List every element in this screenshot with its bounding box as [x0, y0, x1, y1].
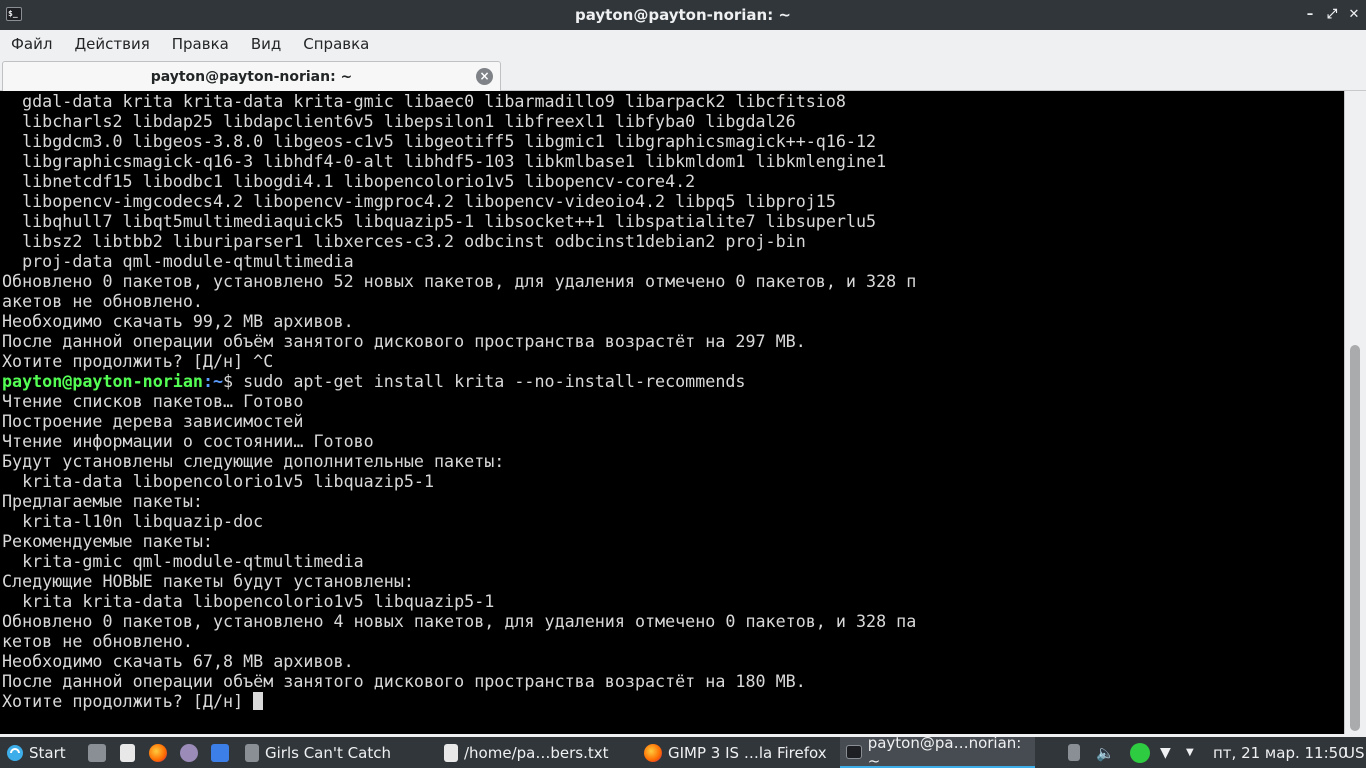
firefox-icon: [149, 743, 167, 762]
terminal-line: Предлагаемые пакеты:: [2, 491, 203, 511]
firefox-launcher[interactable]: [149, 737, 167, 768]
start-label: Start: [29, 743, 66, 762]
text-editor-launcher[interactable]: [120, 737, 135, 768]
menu-edit[interactable]: Правка: [172, 35, 229, 53]
terminal-line: Обновлено 0 пакетов, установлено 4 новых…: [2, 611, 917, 631]
file-manager-icon: [88, 743, 106, 762]
terminal-prompt-line: payton@payton-norian:~$ sudo apt-get ins…: [2, 371, 1344, 391]
clipboard-icon: [1068, 744, 1080, 761]
show-desktop-launcher[interactable]: [88, 737, 106, 768]
terminal-cursor: [253, 692, 264, 710]
close-button[interactable]: ✕: [1344, 5, 1364, 25]
prompt-symbol: $: [223, 371, 244, 391]
menu-actions[interactable]: Действия: [74, 35, 149, 53]
terminal-line: Чтение списков пакетов… Готово: [2, 391, 304, 411]
terminal-output[interactable]: gdal-data krita krita-data krita-gmic li…: [0, 91, 1344, 734]
terminal-line: libcharls2 libdap25 libdapclient6v5 libe…: [2, 111, 796, 131]
maximize-button[interactable]: ⤢: [1322, 5, 1342, 25]
window-titlebar[interactable]: $_ payton@payton-norian: ~ – ⤢ ✕: [0, 0, 1366, 30]
terminal-line: акетов не обновлено.: [2, 291, 203, 311]
tab-close-icon[interactable]: ×: [476, 68, 493, 85]
keyboard-layout-text: US: [1344, 743, 1365, 762]
terminal-line: Рекомендуемые пакеты:: [2, 531, 213, 551]
clock[interactable]: пт, 21 мар. 11:50: [1213, 737, 1348, 768]
tray-volume[interactable]: 🔈: [1096, 737, 1115, 768]
firefox-icon: [644, 743, 662, 762]
task-label: payton@pa…norian: ~: [867, 733, 1022, 768]
prompt-user-host: payton@payton-norian: [2, 371, 203, 391]
menu-file[interactable]: Файл: [11, 35, 52, 53]
task-firefox[interactable]: GIMP 3 IS …la Firefox: [642, 737, 837, 768]
task-audio-player[interactable]: Girls Can't Catch: [241, 737, 436, 768]
audio-player-icon: [245, 743, 259, 762]
update-manager-icon: [1130, 742, 1150, 763]
terminal-line: Хотите продолжить? [Д/н] ^C: [2, 351, 274, 371]
terminal-line: krita-data libopencolorio1v5 libquazip5-…: [2, 471, 435, 491]
terminal-app-icon[interactable]: $_: [6, 7, 22, 21]
terminal-line: Построение дерева зависимостей: [2, 411, 304, 431]
terminal-line: krita krita-data libopencolorio1v5 libqu…: [2, 591, 495, 611]
terminal-line: кетов не обновлено.: [2, 631, 193, 651]
clock-text: пт, 21 мар. 11:50: [1213, 743, 1348, 762]
terminal-line: gdal-data krita krita-data krita-gmic li…: [2, 91, 846, 111]
wifi-icon: ▼: [1160, 744, 1171, 761]
tab-terminal[interactable]: payton@payton-norian: ~ ×: [2, 61, 501, 91]
menu-help[interactable]: Справка: [303, 35, 369, 53]
task-text-editor[interactable]: /home/pa…bers.txt: [442, 737, 637, 768]
terminal-line: libqhull7 libqt5multimediaquick5 libquaz…: [2, 211, 877, 231]
terminal-input-line[interactable]: Хотите продолжить? [Д/н]: [2, 691, 1344, 711]
chevron-down-icon: ▼: [1186, 747, 1194, 758]
terminal-line: libgraphicsmagick-q16-3 libhdf4-0-alt li…: [2, 151, 887, 171]
terminal-line: libopencv-imgcodecs4.2 libopencv-imgproc…: [2, 191, 836, 211]
terminal-line: libnetcdf15 libodbc1 libogdi4.1 libopenc…: [2, 171, 696, 191]
menu-view[interactable]: Вид: [251, 35, 281, 53]
taskbar: Start Girls Can't Catch /home/pa…bers.tx…: [0, 733, 1366, 768]
terminal-line: Следующие НОВЫЕ пакеты будут установлены…: [2, 571, 414, 591]
terminal-icon: [846, 744, 862, 759]
terminal-line: Необходимо скачать 67,8 MB архивов.: [2, 651, 354, 671]
tab-bar: payton@payton-norian: ~ ×: [0, 58, 1366, 91]
prompt-path: :~: [202, 371, 224, 391]
start-menu-icon: [7, 744, 23, 761]
start-button[interactable]: Start: [6, 737, 66, 768]
terminal-line: После данной операции объём занятого дис…: [2, 331, 806, 351]
gimp-launcher[interactable]: [180, 737, 198, 768]
prompt-command: sudo apt-get install krita --no-install-…: [243, 371, 746, 391]
menu-bar: Файл Действия Правка Вид Справка: [0, 30, 1366, 58]
tray-network[interactable]: ▼: [1160, 737, 1171, 768]
volume-icon: 🔈: [1096, 743, 1115, 762]
terminal-line: krita-gmic qml-module-qtmultimedia: [2, 551, 364, 571]
task-label: Girls Can't Catch: [265, 743, 391, 762]
window-title: payton@payton-norian: ~: [575, 6, 791, 24]
scrollbar-thumb[interactable]: [1350, 345, 1360, 731]
tab-title: payton@payton-norian: ~: [150, 68, 353, 85]
terminal-frame: gdal-data krita krita-data krita-gmic li…: [0, 91, 1366, 737]
tray-menu[interactable]: ▼: [1186, 737, 1194, 768]
gimp-icon: [180, 743, 198, 762]
desktop-launcher[interactable]: [211, 737, 229, 768]
task-label: /home/pa…bers.txt: [464, 743, 609, 762]
document-icon: [120, 743, 135, 762]
terminal-line: krita-l10n libquazip-doc: [2, 511, 264, 531]
terminal-line: proj-data qml-module-qtmultimedia: [2, 251, 354, 271]
terminal-line: Чтение информации о состоянии… Готово: [2, 431, 374, 451]
terminal-line: libsz2 libtbb2 liburiparser1 libxerces-c…: [2, 231, 806, 251]
terminal-line: Необходимо скачать 99,2 MB архивов.: [2, 311, 354, 331]
keyboard-layout[interactable]: US: [1344, 737, 1365, 768]
task-label: GIMP 3 IS …la Firefox: [668, 743, 827, 762]
text-editor-icon: [444, 743, 458, 762]
terminal-line: Обновлено 0 пакетов, установлено 52 новы…: [2, 271, 917, 291]
terminal-line: После данной операции объём занятого дис…: [2, 671, 806, 691]
terminal-last-line: Хотите продолжить? [Д/н]: [2, 691, 254, 711]
terminal-scrollbar[interactable]: [1344, 91, 1366, 734]
tray-clipboard[interactable]: [1068, 737, 1080, 768]
task-terminal[interactable]: payton@pa…norian: ~: [840, 733, 1035, 768]
desktop-icon: [211, 743, 229, 762]
terminal-line: libgdcm3.0 libgeos-3.8.0 libgeos-c1v5 li…: [2, 131, 877, 151]
terminal-line: Будут установлены следующие дополнительн…: [2, 451, 505, 471]
tray-updates[interactable]: [1130, 737, 1150, 768]
minimize-button[interactable]: –: [1300, 5, 1320, 25]
